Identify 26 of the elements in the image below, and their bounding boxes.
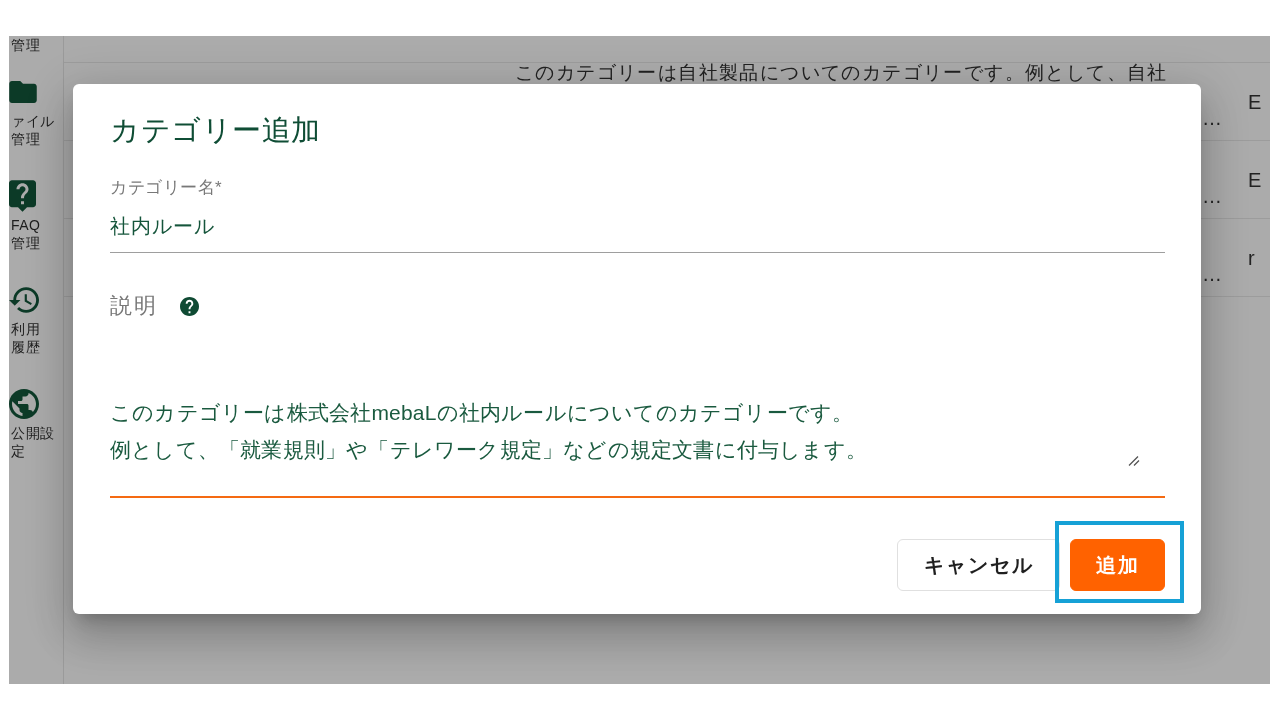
dialog-title: カテゴリー追加 — [110, 113, 322, 148]
ellipsis-text: … — [1202, 184, 1222, 208]
nav-item[interactable]: 公開設 定 — [9, 388, 63, 460]
field-text-line: 例として、「就業規則」や「テレワーク規定」などの規定文書に付与します。 — [110, 437, 868, 463]
help-icon[interactable] — [180, 296, 199, 316]
nav-item[interactable]: FAQ 管理 — [9, 180, 63, 252]
column-text: r — [1248, 245, 1255, 270]
column-text: E — [1248, 167, 1262, 192]
description-text: このカテゴリーは自社製品についてのカテゴリーです。例として、自社 — [515, 63, 1169, 83]
history-clock-icon — [9, 287, 39, 313]
text-area-field[interactable]: このカテゴリーは株式会社mebaLの社内ルールについてのカテゴリーです。 例として、「就業規則」や「テレワーク規定」などの規定文書に付与します。 — [110, 322, 1165, 498]
help-bubble-icon — [9, 180, 36, 212]
field-label: 説明 — [110, 292, 158, 320]
resize-handle-icon[interactable] — [1128, 456, 1140, 466]
globe-icon — [9, 389, 39, 419]
field-label: カテゴリー名* — [110, 177, 223, 199]
field-text-line: このカテゴリーは株式会社mebaLの社内ルールについてのカテゴリーです。 — [110, 400, 855, 426]
ellipsis-text: … — [1202, 262, 1222, 286]
nav-item[interactable]: 管理 — [9, 36, 63, 54]
nav-item[interactable]: ァイル 管理 — [9, 76, 63, 148]
ellipsis-text: … — [1202, 106, 1222, 130]
nav-item[interactable]: 利用 履歴 — [9, 284, 63, 356]
cancel-button[interactable]: キャンセル — [897, 539, 1060, 591]
folder-icon — [9, 81, 37, 103]
column-text: E — [1248, 89, 1262, 114]
text-input-field[interactable]: 社内ルール — [110, 212, 1165, 253]
